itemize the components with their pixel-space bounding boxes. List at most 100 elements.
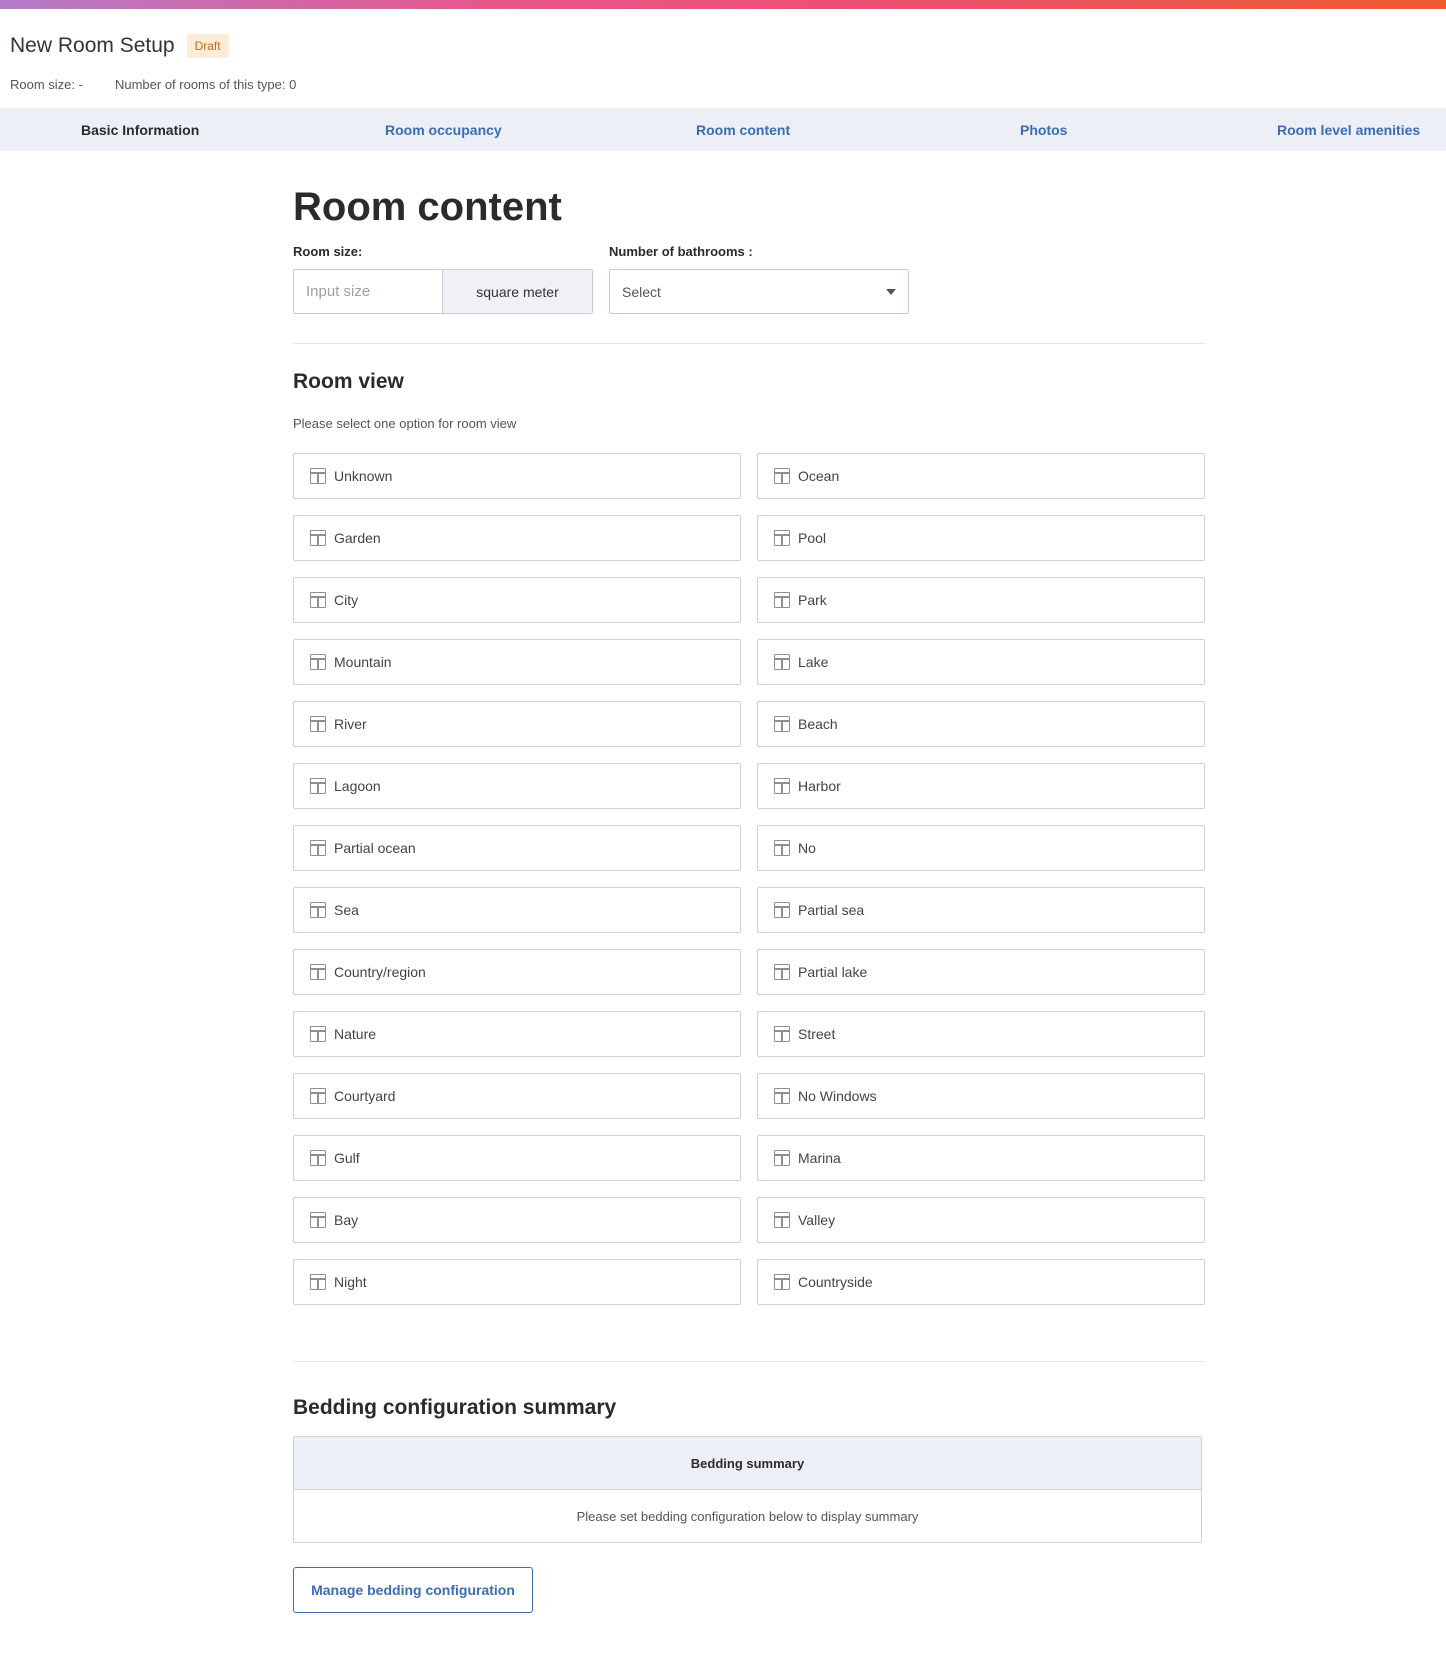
room-view-option[interactable]: Countryside bbox=[757, 1259, 1205, 1305]
bathrooms-select[interactable]: Select bbox=[609, 269, 909, 314]
section-divider bbox=[293, 1361, 1205, 1362]
room-view-option[interactable]: Lagoon bbox=[293, 763, 741, 809]
window-icon bbox=[310, 1274, 326, 1290]
room-view-option[interactable]: Nature bbox=[293, 1011, 741, 1057]
room-view-option[interactable]: Park bbox=[757, 577, 1205, 623]
room-view-option[interactable]: Pool bbox=[757, 515, 1205, 561]
window-icon bbox=[774, 1212, 790, 1228]
window-icon bbox=[774, 1274, 790, 1290]
room-view-option[interactable]: Street bbox=[757, 1011, 1205, 1057]
room-view-option-label: Harbor bbox=[798, 778, 841, 794]
tab-basic-information[interactable]: Basic Information bbox=[81, 122, 199, 138]
tab-room-occupancy[interactable]: Room occupancy bbox=[385, 122, 502, 138]
room-view-option[interactable]: Gulf bbox=[293, 1135, 741, 1181]
room-view-option-label: No bbox=[798, 840, 816, 856]
room-view-option[interactable]: Unknown bbox=[293, 453, 741, 499]
room-view-option-label: Sea bbox=[334, 902, 359, 918]
room-view-option[interactable]: Partial ocean bbox=[293, 825, 741, 871]
room-view-option-label: Partial ocean bbox=[334, 840, 416, 856]
room-view-option-label: River bbox=[334, 716, 367, 732]
room-view-option[interactable]: Valley bbox=[757, 1197, 1205, 1243]
room-size-label: Room size: bbox=[293, 244, 363, 259]
room-view-option-label: Countryside bbox=[798, 1274, 873, 1290]
room-meta: Room size: - Number of rooms of this typ… bbox=[10, 77, 296, 92]
window-icon bbox=[774, 654, 790, 670]
room-view-option[interactable]: Garden bbox=[293, 515, 741, 561]
room-view-option-label: Night bbox=[334, 1274, 367, 1290]
room-view-option[interactable]: No bbox=[757, 825, 1205, 871]
room-size-input-group: square meter bbox=[293, 269, 593, 314]
room-view-option-label: Bay bbox=[334, 1212, 359, 1228]
bathrooms-field: Number of bathrooms : Select bbox=[609, 244, 909, 314]
status-badge: Draft bbox=[186, 34, 229, 58]
room-view-option-label: Nature bbox=[334, 1026, 377, 1042]
room-size-meta: Room size: - bbox=[10, 77, 83, 92]
room-size-field: Room size: square meter bbox=[293, 244, 593, 314]
tab-bar: Basic Information Room occupancy Room co… bbox=[0, 108, 1446, 151]
room-size-input[interactable] bbox=[294, 270, 443, 313]
bedding-summary-table: Bedding summary Please set bedding confi… bbox=[293, 1436, 1202, 1543]
room-view-option[interactable]: No Windows bbox=[757, 1073, 1205, 1119]
room-view-option-label: Gulf bbox=[334, 1150, 360, 1166]
window-icon bbox=[310, 1150, 326, 1166]
room-view-option[interactable]: Ocean bbox=[757, 453, 1205, 499]
window-icon bbox=[310, 530, 326, 546]
room-view-option-label: Unknown bbox=[334, 468, 393, 484]
window-icon bbox=[774, 1088, 790, 1104]
room-view-option-label: City bbox=[334, 592, 359, 608]
room-view-option[interactable]: Country/region bbox=[293, 949, 741, 995]
tab-room-content[interactable]: Room content bbox=[696, 122, 790, 138]
room-view-option[interactable]: River bbox=[293, 701, 741, 747]
window-icon bbox=[310, 468, 326, 484]
room-view-option[interactable]: Partial sea bbox=[757, 887, 1205, 933]
window-icon bbox=[310, 1026, 326, 1042]
room-view-option-label: Partial sea bbox=[798, 902, 865, 918]
room-view-option[interactable]: City bbox=[293, 577, 741, 623]
room-view-option-label: Country/region bbox=[334, 964, 426, 980]
window-icon bbox=[774, 778, 790, 794]
window-icon bbox=[774, 902, 790, 918]
room-view-option-label: Partial lake bbox=[798, 964, 868, 980]
room-view-option-label: Valley bbox=[798, 1212, 836, 1228]
room-view-option-label: Marina bbox=[798, 1150, 841, 1166]
page-title: New Room Setup bbox=[10, 34, 175, 57]
room-view-option-label: No Windows bbox=[798, 1088, 877, 1104]
window-icon bbox=[774, 1150, 790, 1166]
room-view-option[interactable]: Harbor bbox=[757, 763, 1205, 809]
manage-bedding-button[interactable]: Manage bedding configuration bbox=[293, 1567, 533, 1613]
room-view-option[interactable]: Courtyard bbox=[293, 1073, 741, 1119]
room-view-option[interactable]: Bay bbox=[293, 1197, 741, 1243]
window-icon bbox=[310, 592, 326, 608]
room-view-option[interactable]: Night bbox=[293, 1259, 741, 1305]
tab-photos[interactable]: Photos bbox=[1020, 122, 1067, 138]
window-icon bbox=[774, 1026, 790, 1042]
room-view-heading: Room view bbox=[293, 370, 404, 393]
room-view-option[interactable]: Partial lake bbox=[757, 949, 1205, 995]
bathrooms-label: Number of bathrooms : bbox=[609, 244, 753, 259]
tab-room-level-amenities[interactable]: Room level amenities bbox=[1277, 122, 1420, 138]
room-view-option[interactable]: Marina bbox=[757, 1135, 1205, 1181]
room-view-option-label: Courtyard bbox=[334, 1088, 396, 1104]
window-icon bbox=[310, 716, 326, 732]
room-content-heading: Room content bbox=[293, 185, 562, 229]
window-icon bbox=[774, 592, 790, 608]
room-view-option[interactable]: Beach bbox=[757, 701, 1205, 747]
room-view-option-label: Mountain bbox=[334, 654, 392, 670]
window-icon bbox=[774, 840, 790, 856]
room-size-unit: square meter bbox=[443, 270, 592, 313]
room-view-option-label: Garden bbox=[334, 530, 381, 546]
window-icon bbox=[774, 530, 790, 546]
bedding-summary-heading: Bedding configuration summary bbox=[293, 1396, 617, 1419]
room-view-hint: Please select one option for room view bbox=[293, 416, 517, 431]
window-icon bbox=[310, 902, 326, 918]
room-view-option[interactable]: Mountain bbox=[293, 639, 741, 685]
room-view-option[interactable]: Sea bbox=[293, 887, 741, 933]
room-view-option[interactable]: Lake bbox=[757, 639, 1205, 685]
room-view-option-label: Lagoon bbox=[334, 778, 381, 794]
window-icon bbox=[310, 840, 326, 856]
window-icon bbox=[310, 964, 326, 980]
bedding-summary-header: Bedding summary bbox=[294, 1437, 1201, 1490]
room-fields-row: Room size: square meter Number of bathro… bbox=[293, 244, 1205, 314]
room-view-option-label: Pool bbox=[798, 530, 827, 546]
section-divider bbox=[293, 343, 1205, 344]
